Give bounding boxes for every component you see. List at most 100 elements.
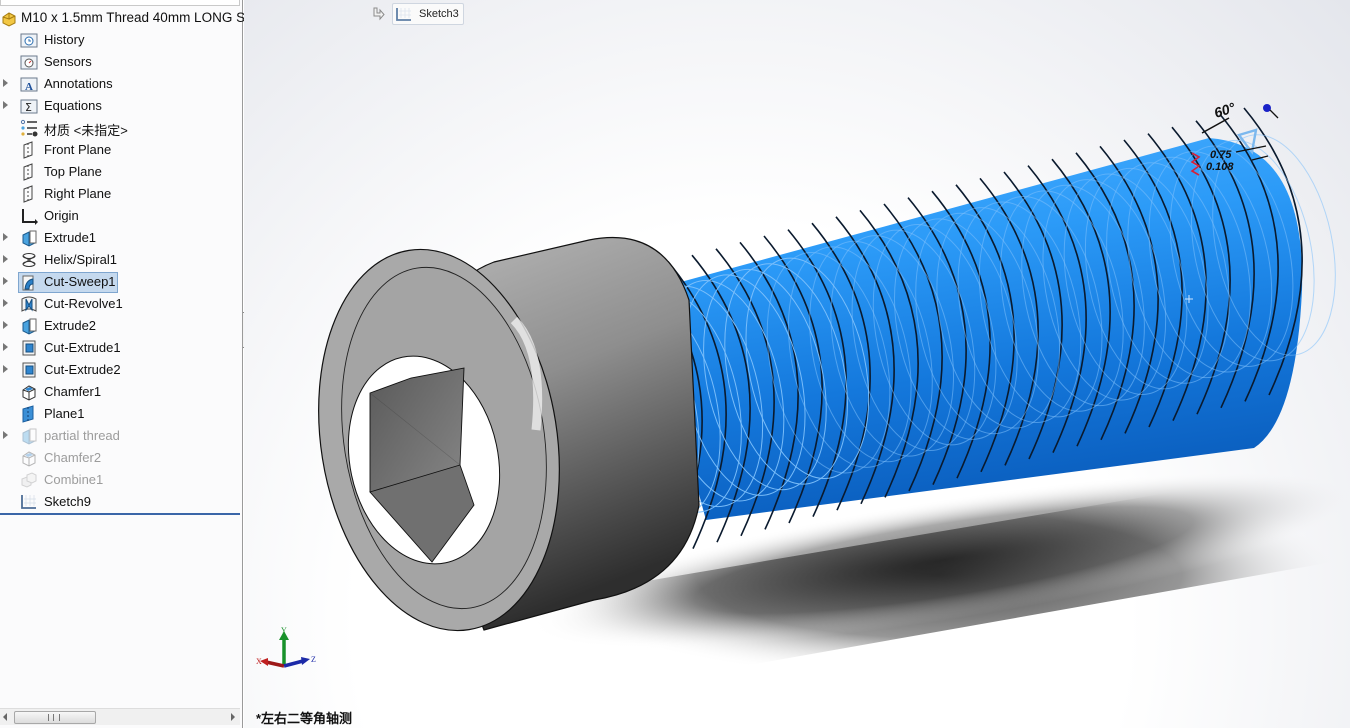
plane-solid-icon: [22, 405, 34, 423]
tree-item-label: 材质 <未指定>: [44, 123, 128, 138]
expand-arrow-icon[interactable]: [3, 321, 8, 329]
chamfer-icon: [22, 451, 36, 467]
expand-arrow-icon[interactable]: [3, 101, 8, 109]
tree-item-label: History: [44, 32, 85, 47]
tree-item-label: Cut-Extrude2: [44, 362, 121, 377]
tree-item-cut-extrude2[interactable]: Cut-Extrude2: [0, 359, 240, 381]
tree-item-label: Cut-Extrude1: [44, 340, 121, 355]
tree-filter-strip[interactable]: [0, 0, 240, 6]
expand-arrow-icon[interactable]: [3, 277, 8, 285]
dimension-2[interactable]: 0.108: [1206, 161, 1234, 173]
tree-item-label: Right Plane: [44, 186, 112, 201]
tree-item-label: M10 x 1.5mm Thread 40mm LONG SC: [21, 10, 255, 25]
tree-item-extrude2[interactable]: Extrude2: [0, 315, 240, 337]
svg-text:Σ: Σ: [25, 101, 32, 114]
reference-triad[interactable]: Y X Z: [256, 626, 326, 676]
chamfer-icon: [22, 385, 36, 401]
tree-item-label: Sketch9: [44, 494, 91, 509]
cut-extrude-icon: [22, 340, 36, 356]
tree-item-label: Top Plane: [44, 164, 102, 179]
tree-item-cut-sweep1[interactable]: Cut-Sweep1: [0, 271, 240, 293]
plane-icon: [23, 141, 33, 159]
tree-item-front-plane[interactable]: Front Plane: [0, 139, 240, 161]
dimension-1[interactable]: 0.75: [1210, 149, 1232, 161]
tree-item-chamfer1[interactable]: Chamfer1: [0, 381, 240, 403]
sketch-icon: [21, 495, 36, 509]
scroll-right-arrow-icon[interactable]: [231, 713, 235, 721]
breadcrumb-item[interactable]: Sketch3: [392, 3, 464, 25]
history-folder-icon: [20, 33, 38, 48]
plane-icon: [23, 163, 33, 181]
scrollbar-thumb[interactable]: [14, 711, 96, 724]
equations-folder-icon: Σ: [20, 99, 38, 114]
tree-item-sketch9[interactable]: Sketch9: [0, 491, 240, 513]
tree-item-label: Plane1: [44, 406, 85, 421]
tree-item-label: partial thread: [44, 428, 120, 443]
feature-list: M10 x 1.5mm Thread 40mm LONG SC History Se…: [0, 7, 255, 513]
cut-revolve-icon: [21, 296, 37, 312]
expand-arrow-icon[interactable]: [3, 431, 8, 439]
tree-item-label: Extrude1: [44, 230, 97, 245]
sketch-point-icon[interactable]: [1263, 104, 1271, 112]
angle-dimension[interactable]: 60°: [1212, 99, 1237, 121]
breadcrumb-arrow-icon: [373, 7, 385, 21]
tree-item-helix-spiral1[interactable]: Helix/Spiral1: [0, 249, 240, 271]
tree-item-label: Chamfer2: [44, 450, 102, 465]
combine-icon: [21, 472, 37, 488]
tree-item-label: Chamfer1: [44, 384, 102, 399]
tree-item-label: Extrude2: [44, 318, 97, 333]
rollback-bar[interactable]: [0, 513, 240, 515]
tree-item-extrude1[interactable]: Extrude1: [0, 227, 240, 249]
tree-item-annotations[interactable]: A Annotations: [0, 73, 240, 95]
tree-item-equations[interactable]: Σ Equations: [0, 95, 240, 117]
tree-item-label: Equations: [44, 98, 102, 113]
tree-item-label: Front Plane: [44, 142, 112, 157]
feature-manager-tree: M10 x 1.5mm Thread 40mm LONG SC History Se…: [0, 0, 255, 728]
model-render[interactable]: 60° 0.75 0.108: [244, 0, 1350, 728]
tree-item-right-plane[interactable]: Right Plane: [0, 183, 240, 205]
extrude-icon: [22, 428, 37, 445]
helix-icon: [22, 253, 36, 267]
origin-icon: [22, 209, 38, 225]
tree-item-partial-thread[interactable]: partial thread: [0, 425, 240, 447]
tree-root-part[interactable]: M10 x 1.5mm Thread 40mm LONG SC: [0, 7, 255, 29]
tree-item-cut-extrude1[interactable]: Cut-Extrude1: [0, 337, 240, 359]
expand-arrow-icon[interactable]: [3, 299, 8, 307]
scroll-left-arrow-icon[interactable]: [3, 713, 7, 721]
tree-item-combine1[interactable]: Combine1: [0, 469, 240, 491]
tree-item-label: Origin: [44, 208, 79, 223]
tree-item-label: Annotations: [44, 76, 113, 91]
cut-sweep-icon: [22, 275, 34, 291]
tree-item-cut-revolve1[interactable]: Cut-Revolve1: [0, 293, 240, 315]
tree-item-label: Cut-Revolve1: [44, 296, 123, 311]
expand-arrow-icon[interactable]: [3, 365, 8, 373]
expand-arrow-icon[interactable]: [3, 255, 8, 263]
graphics-viewport[interactable]: 60° 0.75 0.108 Sketch3 Y X Z *左右二等角轴测: [244, 0, 1350, 728]
horizontal-scrollbar[interactable]: [0, 708, 240, 725]
tree-item-[interactable]: 材质 <未指定>: [0, 117, 240, 139]
cut-extrude-icon: [22, 362, 36, 378]
expand-arrow-icon[interactable]: [3, 233, 8, 241]
socket-head[interactable]: [292, 232, 700, 648]
tree-item-sensors[interactable]: Sensors: [0, 51, 240, 73]
tree-item-plane1[interactable]: Plane1: [0, 403, 240, 425]
triad-z-label: Z: [311, 655, 316, 664]
svg-text:A: A: [25, 81, 33, 93]
breadcrumb: Sketch3: [372, 3, 464, 25]
tree-item-history[interactable]: History: [0, 29, 240, 51]
view-orientation-label: *左右二等角轴测: [256, 711, 353, 726]
expand-arrow-icon[interactable]: [3, 343, 8, 351]
tree-item-origin[interactable]: Origin: [0, 205, 240, 227]
part-icon: [2, 12, 16, 27]
grip-icon: [48, 714, 60, 721]
breadcrumb-label: Sketch3: [419, 8, 459, 20]
extrude-icon: [22, 230, 37, 247]
tree-item-label: Cut-Sweep1: [44, 274, 116, 289]
tree-item-top-plane[interactable]: Top Plane: [0, 161, 240, 183]
extrude-icon: [22, 318, 37, 335]
expand-arrow-icon[interactable]: [3, 79, 8, 87]
tree-item-label: Helix/Spiral1: [44, 252, 117, 267]
triad-x-label: X: [256, 657, 262, 666]
annotations-folder-icon: A: [20, 77, 38, 93]
tree-item-chamfer2[interactable]: Chamfer2: [0, 447, 240, 469]
